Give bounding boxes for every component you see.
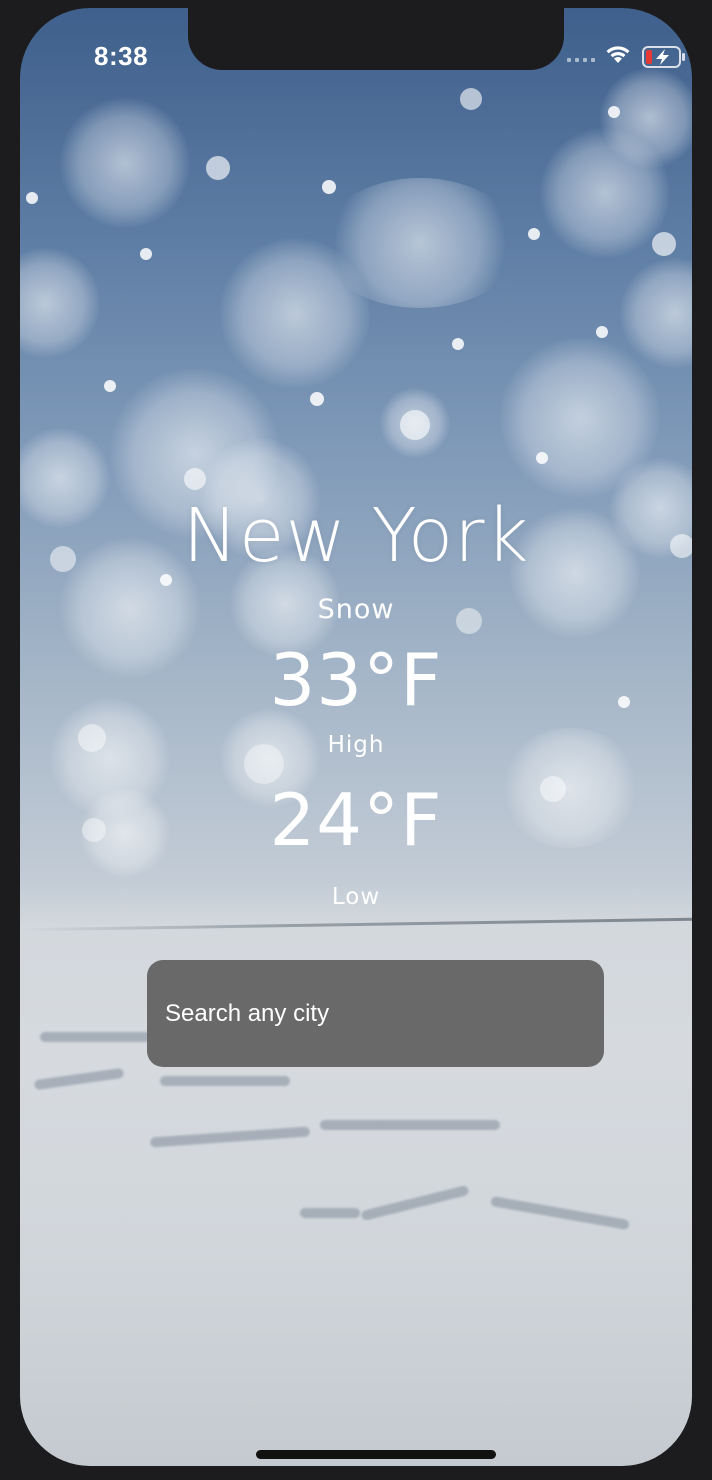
- status-time: 8:38: [94, 41, 149, 71]
- weather-info: New York Snow 33°F High 24°F Low: [20, 486, 692, 914]
- low-temperature: 24°F: [269, 778, 443, 862]
- high-label: High: [327, 732, 385, 758]
- weather-screen: 8:38 New York Snow 33°F High 24°F Low: [20, 8, 692, 1466]
- city-name: New York: [182, 493, 530, 579]
- low-label: Low: [331, 884, 381, 910]
- high-temperature: 33°F: [269, 638, 443, 722]
- city-search-input[interactable]: [147, 960, 604, 1067]
- home-indicator[interactable]: [256, 1450, 496, 1459]
- wifi-icon: [606, 46, 630, 63]
- cellular-signal-icon: [567, 58, 595, 62]
- battery-charging-icon: [642, 46, 685, 68]
- notch: [188, 8, 564, 70]
- device-frame: 8:38 New York Snow 33°F High 24°F Low: [0, 0, 712, 1480]
- weather-condition: Snow: [317, 594, 395, 625]
